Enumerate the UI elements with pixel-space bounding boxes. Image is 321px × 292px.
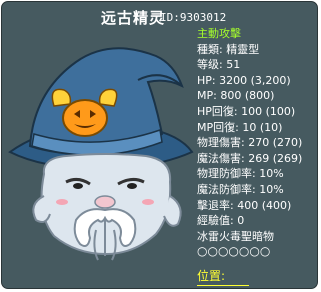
stat-mp: MP: 800 (800) — [197, 89, 275, 103]
stat-element-marks: ○○○○○○○ — [197, 244, 271, 259]
stat-magic-damage: 魔法傷害: 269 (269) — [197, 151, 303, 165]
stat-exp: 經驗值: 0 — [197, 214, 245, 228]
monster-stats-list: 主動攻擊 種類: 精靈型 等级: 51 HP: 3200 (3,200) MP:… — [197, 26, 317, 260]
stat-physical-defense: 物理防御率: 10% — [197, 167, 284, 181]
stat-species: 種類: 精靈型 — [197, 42, 260, 56]
location-label: 位置: — [197, 269, 226, 283]
tooltip-header: 远古精灵 ID:9303012 — [2, 9, 317, 27]
stat-knockback: 擊退率: 400 (400) — [197, 198, 292, 212]
stat-magic-defense: 魔法防御率: 10% — [197, 182, 284, 196]
stat-mp-regen: MP回復: 10 (10) — [197, 120, 283, 134]
monster-id: ID:9303012 — [160, 11, 227, 24]
location-underline — [197, 285, 249, 286]
monster-portrait-ghost-wizard — [8, 47, 194, 261]
stat-level: 等级: 51 — [197, 58, 241, 72]
stat-elements: 冰雷火毒聖暗物 — [197, 229, 274, 243]
stat-hp-regen: HP回復: 100 (100) — [197, 104, 296, 118]
stat-aggressive: 主動攻擊 — [197, 27, 241, 40]
stat-hp: HP: 3200 (3,200) — [197, 73, 291, 87]
monster-name: 远古精灵 — [101, 9, 166, 27]
stat-physical-damage: 物理傷害: 270 (270) — [197, 136, 303, 150]
monster-info-tooltip: 远古精灵 ID:9303012 主動攻擊 種類: 精靈型 等级: 51 HP: … — [1, 1, 318, 289]
